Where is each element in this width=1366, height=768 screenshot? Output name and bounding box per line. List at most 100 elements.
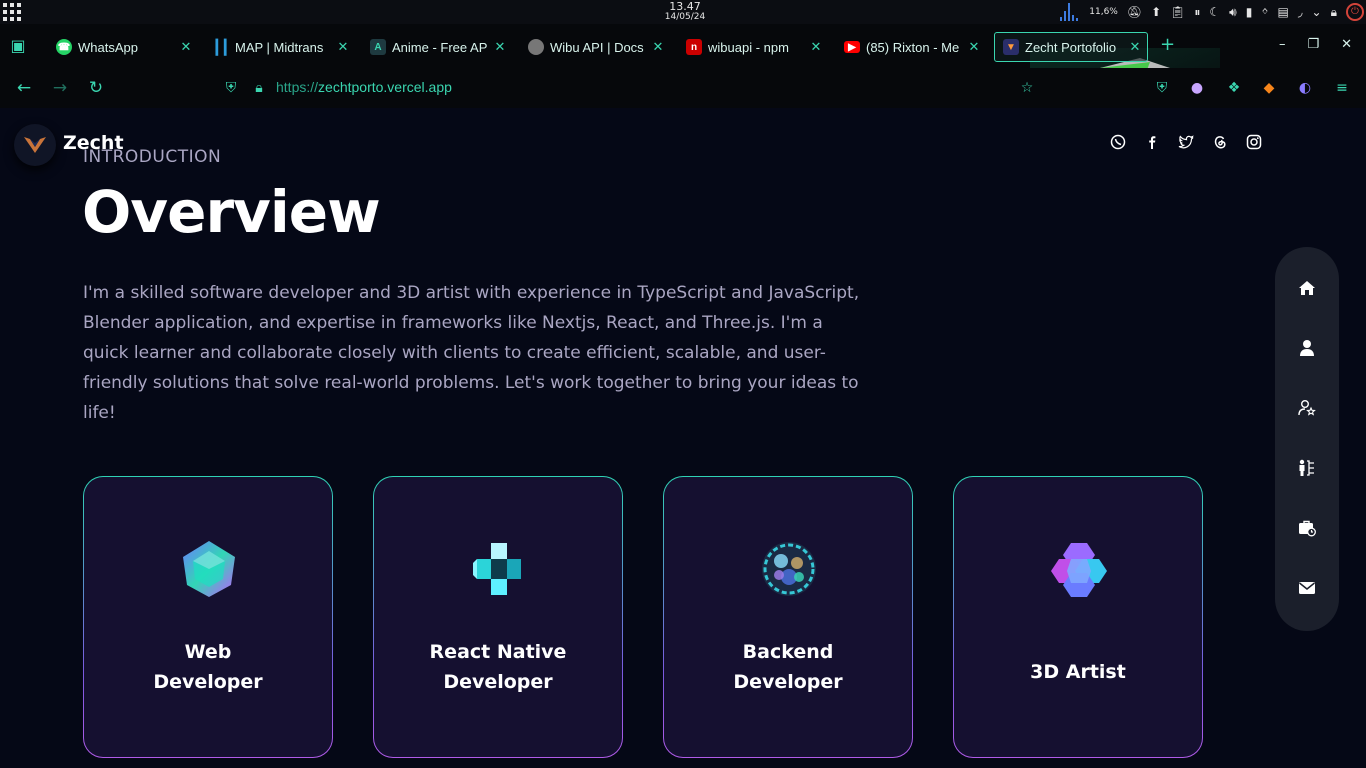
new-tab-button[interactable]: + (1160, 36, 1175, 54)
clock-date: 14/05/24 (664, 12, 706, 22)
zecht-logo[interactable] (14, 124, 56, 166)
tab-label: WhatsApp (78, 39, 138, 55)
tab-label: Zecht Portofolio (1025, 39, 1117, 55)
system-clock[interactable]: 13.47 14/05/24 (640, 1, 730, 23)
web-developer-3d-icon (179, 539, 239, 599)
card-title: Backend Developer (733, 641, 843, 693)
side-navigation (1275, 247, 1339, 631)
menu-icon[interactable]: ≡ (1333, 79, 1351, 97)
tab-overview-icon[interactable]: ▣ (8, 36, 28, 56)
overview-paragraph: I'm a skilled software developer and 3D … (83, 283, 860, 423)
url-scheme: https:// (276, 79, 319, 95)
back-icon[interactable]: ← (14, 78, 34, 98)
skills-tree-icon[interactable] (1296, 457, 1318, 479)
metamask-icon[interactable]: ◆ (1260, 79, 1278, 97)
threads-icon[interactable] (1210, 132, 1230, 152)
card-title: React Native Developer (429, 641, 567, 693)
youtube-icon: ▶ (844, 41, 860, 53)
lock-icon[interactable]: 🔒︎ (249, 78, 269, 98)
zecht-icon: ▼ (1003, 39, 1019, 55)
tab-label: (85) Rixton - Me (866, 39, 960, 55)
reload-icon[interactable]: ↻ (86, 78, 106, 98)
close-tab-icon[interactable]: ✕ (650, 39, 666, 55)
bluetooth-icon[interactable]: ᛜ (1261, 6, 1268, 18)
service-card-react-native-developer[interactable]: React Native Developer (373, 476, 623, 758)
wibu-avatar-icon (528, 39, 544, 55)
discord-extension-icon[interactable]: ◐ (1296, 79, 1314, 97)
battery-icon[interactable]: ▮ (1246, 6, 1253, 18)
tab-label: wibuapi - npm (708, 39, 789, 55)
social-links (1108, 132, 1264, 152)
npm-icon: n (686, 39, 702, 55)
minimize-icon[interactable]: – (1279, 37, 1286, 52)
briefcase-clock-icon[interactable] (1296, 517, 1318, 539)
home-icon[interactable] (1296, 277, 1318, 299)
volume-icon[interactable]: 🔊︎ (1229, 6, 1237, 18)
tab-wibu-api-docs[interactable]: Wibu API | Docs ✕ (520, 32, 670, 62)
service-card-3d-artist[interactable]: 3D Artist (953, 476, 1203, 758)
url-field[interactable]: https://zechtporto.vercel.app (276, 79, 452, 95)
service-card-backend-developer[interactable]: Backend Developer (663, 476, 913, 758)
extensions-puzzle-icon[interactable]: ❖ (1225, 79, 1243, 97)
section-subtitle: INTRODUCTION (83, 147, 222, 167)
3d-artist-icon (1049, 539, 1109, 599)
chevron-down-icon[interactable]: ⌄ (1312, 6, 1322, 18)
lock-icon[interactable]: 🔒︎ (1331, 6, 1337, 18)
cpu-percent: 11,6% (1089, 6, 1118, 17)
browser-tab-bar: ▣ ☎ WhatsApp ✕ ┃┃ MAP | Midtrans ✕ A Ani… (0, 24, 1366, 132)
system-tray: 11,6% 🔕︎ ⬆︎ 📋︎ ⏸︎ ☾ 🔊︎ ▮ ᛜ ▤ ◞ ⌄ 🔒︎ ⏻ (1058, 0, 1364, 24)
instagram-icon[interactable] (1244, 132, 1264, 152)
facebook-icon[interactable] (1142, 132, 1162, 152)
night-light-icon[interactable]: ☾ (1209, 6, 1220, 18)
tab-anime-api[interactable]: A Anime - Free AP ✕ (362, 32, 512, 62)
adblock-shield-icon[interactable]: ⛨ (1153, 79, 1171, 97)
anime-api-icon: A (370, 39, 386, 55)
clock-time: 13.47 (669, 0, 701, 13)
cpu-graph-icon[interactable] (1058, 3, 1080, 21)
user-icon[interactable] (1296, 337, 1318, 359)
page-title: Overview (82, 178, 381, 246)
tab-label: Wibu API | Docs (550, 39, 644, 55)
wifi-icon[interactable]: ◞ (1298, 6, 1303, 18)
bookmark-star-icon[interactable]: ☆ (1018, 79, 1036, 97)
portfolio-page: Zecht INTRODUCTION Overview I'm a skille… (0, 108, 1366, 768)
maximize-icon[interactable]: ❐ (1307, 37, 1319, 52)
clipboard-icon[interactable]: 📋︎ (1170, 6, 1185, 18)
device-connect-icon[interactable]: ▤ (1278, 6, 1289, 18)
backend-3d-icon (759, 539, 819, 599)
shield-icon[interactable]: ⛨ (221, 78, 241, 98)
tab-label: MAP | Midtrans (235, 39, 324, 55)
service-card-web-developer[interactable]: Web Developer (83, 476, 333, 758)
forward-icon[interactable]: → (50, 78, 70, 98)
window-controls: – ❐ ✕ (1279, 37, 1352, 52)
whatsapp-icon[interactable] (1108, 132, 1128, 152)
browser-nav-bar: ← → ↻ ⛨ 🔒︎ https://zechtporto.vercel.app… (0, 68, 1366, 108)
app-launcher-icon[interactable] (3, 3, 21, 21)
close-tab-icon[interactable]: ✕ (808, 39, 824, 55)
extension-avatar-icon[interactable]: ● (1188, 79, 1206, 97)
tab-wibuapi-npm[interactable]: n wibuapi - npm ✕ (678, 32, 828, 62)
power-icon[interactable]: ⏻ (1346, 3, 1364, 21)
close-tab-icon[interactable]: ✕ (492, 39, 508, 55)
update-icon[interactable]: ⬆︎ (1151, 6, 1161, 18)
url-host: zechtporto.vercel.app (318, 79, 452, 95)
user-star-icon[interactable] (1296, 397, 1318, 419)
close-tab-icon[interactable]: ✕ (1127, 39, 1143, 55)
notifications-off-icon[interactable]: 🔕︎ (1127, 6, 1142, 18)
tab-whatsapp[interactable]: ☎ WhatsApp ✕ (48, 32, 198, 62)
card-title: 3D Artist (1030, 661, 1126, 683)
tab-label: Anime - Free AP (392, 39, 488, 55)
system-top-bar: 13.47 14/05/24 11,6% 🔕︎ ⬆︎ 📋︎ ⏸︎ ☾ 🔊︎ ▮ … (0, 0, 1366, 24)
tab-youtube-rixton[interactable]: ▶ (85) Rixton - Me ✕ (836, 32, 986, 62)
close-tab-icon[interactable]: ✕ (335, 39, 351, 55)
tab-zecht-portofolio[interactable]: ▼ Zecht Portofolio ✕ (994, 32, 1148, 62)
close-window-icon[interactable]: ✕ (1341, 37, 1352, 52)
midtrans-icon: ┃┃ (212, 38, 230, 55)
close-tab-icon[interactable]: ✕ (966, 39, 982, 55)
mail-icon[interactable] (1296, 577, 1318, 599)
media-pause-icon[interactable]: ⏸︎ (1194, 6, 1200, 18)
close-tab-icon[interactable]: ✕ (178, 39, 194, 55)
tab-midtrans[interactable]: ┃┃ MAP | Midtrans ✕ (205, 32, 355, 62)
whatsapp-icon: ☎ (56, 39, 72, 55)
twitter-icon[interactable] (1176, 132, 1196, 152)
